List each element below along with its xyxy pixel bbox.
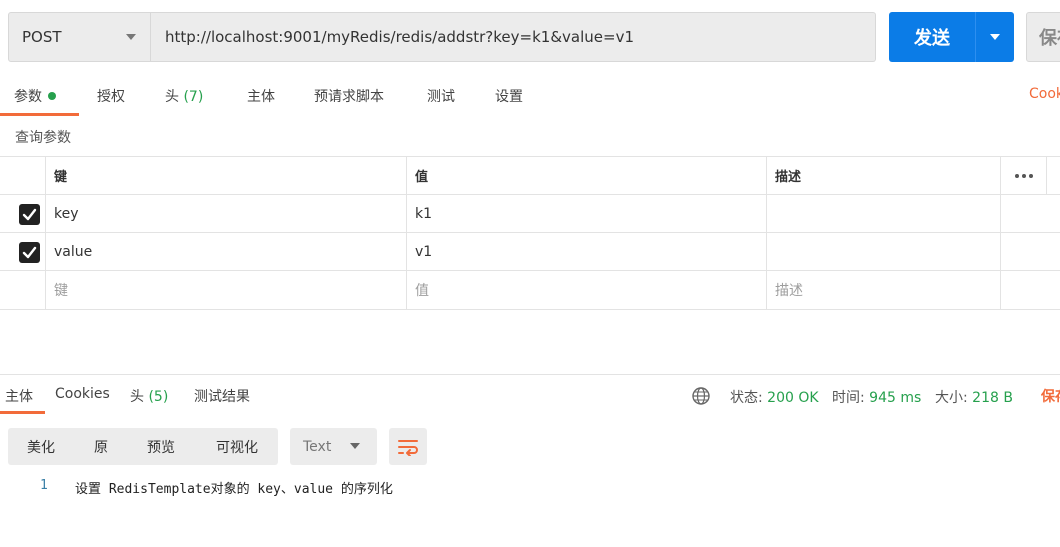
tab-pre-request-script[interactable]: 预请求脚本 — [314, 86, 384, 106]
response-status: 状态: 200 OK — [730, 387, 819, 407]
chevron-down-icon — [350, 443, 360, 449]
tab-label: 主体 — [5, 389, 33, 405]
view-raw-button[interactable]: 原 — [86, 428, 116, 465]
param-value-field[interactable]: v1 — [406, 233, 766, 270]
new-param-key-field[interactable]: 键 — [45, 271, 406, 309]
tab-tests[interactable]: 测试 — [427, 86, 455, 106]
response-size: 大小: 218 B — [935, 387, 1013, 407]
method-select[interactable]: POST — [8, 12, 151, 62]
tab-label: 测试结果 — [194, 389, 250, 405]
wrap-lines-button[interactable] — [389, 428, 427, 465]
globe-icon[interactable] — [691, 386, 711, 406]
param-description-field[interactable] — [766, 195, 1001, 232]
view-visualize-button[interactable]: 可视化 — [206, 428, 268, 465]
row-spacer — [1000, 271, 1047, 309]
tab-body[interactable]: 主体 — [247, 86, 275, 106]
check-icon — [22, 208, 37, 221]
response-tab-test-results[interactable]: 测试结果 — [194, 386, 250, 406]
tab-label: 头 — [165, 89, 179, 105]
save-button[interactable]: 保存 — [1026, 12, 1060, 62]
chevron-down-icon — [126, 34, 136, 40]
tab-params[interactable]: 参数 — [14, 86, 56, 106]
table-row: key k1 — [0, 195, 1060, 233]
response-tab-body[interactable]: 主体 — [5, 386, 33, 406]
table-header: 键 值 描述 — [0, 156, 1060, 195]
table-row: value v1 — [0, 233, 1060, 271]
column-options-button[interactable] — [1000, 157, 1047, 194]
new-param-value-field[interactable]: 值 — [406, 271, 766, 309]
column-header-key: 键 — [45, 157, 406, 194]
tab-label: 预请求脚本 — [314, 89, 384, 105]
line-number: 1 — [40, 478, 48, 493]
wrap-lines-icon — [398, 439, 418, 456]
tab-settings[interactable]: 设置 — [495, 86, 523, 106]
tab-count: (7) — [183, 89, 204, 105]
column-header-description: 描述 — [766, 157, 1001, 194]
tab-label: 测试 — [427, 89, 455, 105]
row-spacer — [1000, 233, 1047, 270]
status-value: 200 OK — [767, 390, 819, 406]
status-label: 状态: — [730, 390, 763, 406]
tab-label: 授权 — [97, 89, 125, 105]
cookies-link[interactable]: Cookies — [1029, 86, 1060, 102]
active-tab-indicator — [0, 113, 79, 116]
check-icon — [22, 246, 37, 259]
response-divider — [0, 374, 1060, 375]
format-select[interactable]: Text — [290, 428, 377, 465]
time-value: 945 ms — [869, 390, 922, 406]
param-value-field[interactable]: k1 — [406, 195, 766, 232]
tab-label: 参数 — [14, 89, 42, 105]
size-value: 218 B — [972, 390, 1013, 406]
more-icon — [1015, 173, 1033, 178]
tab-label: 设置 — [495, 89, 523, 105]
tab-label: 头 — [130, 389, 144, 405]
time-label: 时间: — [832, 390, 865, 406]
url-input[interactable]: http://localhost:9001/myRedis/redis/adds… — [151, 12, 876, 62]
response-time: 时间: 945 ms — [832, 387, 921, 407]
response-tab-headers[interactable]: 头 (5) — [130, 386, 168, 406]
response-body-line: 设置 RedisTemplate对象的 key、value 的序列化 — [75, 482, 393, 497]
table-edge — [1046, 157, 1060, 194]
param-key-field[interactable]: key — [45, 195, 406, 232]
active-dot-icon — [48, 92, 56, 100]
param-description-field[interactable] — [766, 233, 1001, 270]
format-label: Text — [303, 438, 332, 455]
column-header-value: 值 — [406, 157, 766, 194]
table-row-new: 键 值 描述 — [0, 271, 1060, 310]
row-checkbox[interactable] — [19, 204, 40, 225]
tab-auth[interactable]: 授权 — [97, 86, 125, 106]
send-button[interactable]: 发送 — [889, 12, 975, 62]
row-checkbox[interactable] — [19, 242, 40, 263]
send-options-button[interactable] — [975, 12, 1014, 62]
response-tab-cookies[interactable]: Cookies — [55, 386, 110, 402]
tab-count: (5) — [148, 389, 169, 405]
tab-headers[interactable]: 头 (7) — [165, 86, 203, 106]
method-label: POST — [22, 28, 62, 46]
view-pretty-button[interactable]: 美化 — [18, 428, 64, 465]
chevron-down-icon — [990, 34, 1000, 40]
active-response-tab-indicator — [0, 411, 45, 414]
save-response-button[interactable]: 保存 — [1041, 386, 1060, 406]
new-param-description-field[interactable]: 描述 — [766, 271, 1001, 309]
param-key-field[interactable]: value — [45, 233, 406, 270]
view-mode-group: 美化 原 预览 可视化 — [8, 428, 278, 465]
size-label: 大小: — [935, 390, 968, 406]
tab-label: Cookies — [55, 386, 110, 402]
view-preview-button[interactable]: 预览 — [138, 428, 184, 465]
row-spacer — [1000, 195, 1047, 232]
tab-label: 主体 — [247, 89, 275, 105]
query-params-title: 查询参数 — [15, 130, 71, 146]
